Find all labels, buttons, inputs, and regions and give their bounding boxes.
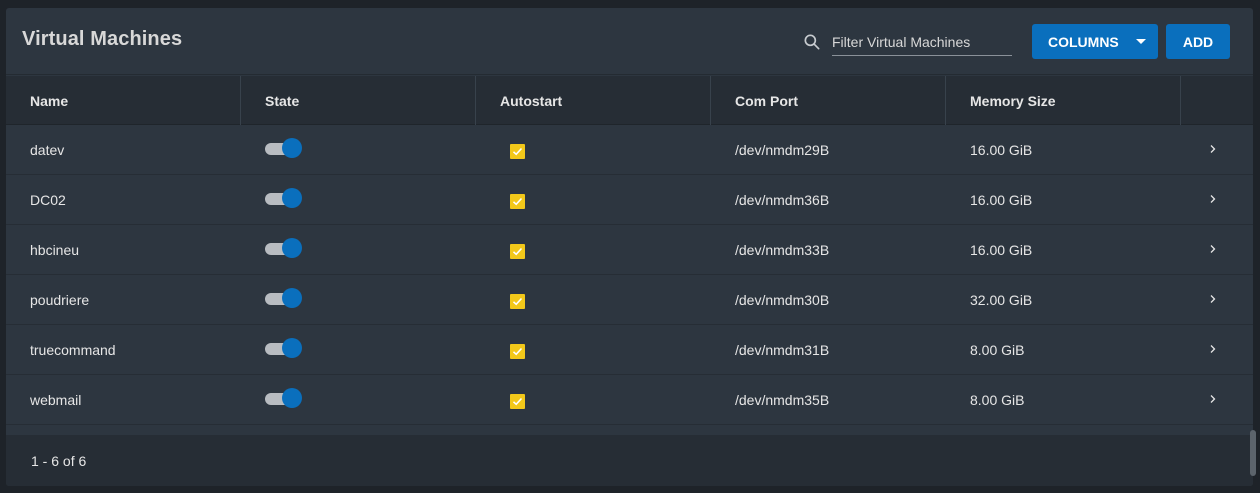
page-title: Virtual Machines: [22, 28, 183, 50]
autostart-checkbox[interactable]: [510, 144, 525, 159]
state-toggle[interactable]: [265, 387, 303, 409]
table-row[interactable]: poudriere /dev/nmdm30B 32.00 GiB: [6, 275, 1253, 325]
column-header-autostart[interactable]: Autostart: [476, 76, 711, 125]
state-toggle[interactable]: [265, 137, 303, 159]
cell-memory-size: 16.00 GiB: [970, 242, 1033, 258]
vm-card: Virtual Machines COLUMNS ADD Name State …: [6, 8, 1253, 486]
column-header-name[interactable]: Name: [6, 76, 241, 125]
state-toggle[interactable]: [265, 287, 303, 309]
state-toggle[interactable]: [265, 187, 303, 209]
chevron-right-icon[interactable]: [1208, 344, 1218, 354]
cell-name: truecommand: [30, 342, 116, 358]
table-row[interactable]: webmail /dev/nmdm35B 8.00 GiB: [6, 375, 1253, 425]
cell-name: DC02: [30, 192, 66, 208]
chevron-right-icon[interactable]: [1208, 294, 1218, 304]
cell-memory-size: 32.00 GiB: [970, 292, 1033, 308]
search-input[interactable]: [832, 30, 1012, 56]
search-box: [802, 30, 1012, 56]
autostart-checkbox[interactable]: [510, 294, 525, 309]
cell-memory-size: 16.00 GiB: [970, 142, 1033, 158]
card-header: Virtual Machines COLUMNS ADD: [6, 8, 1253, 75]
column-header-com-port[interactable]: Com Port: [711, 76, 946, 125]
table-row[interactable]: hbcineu /dev/nmdm33B 16.00 GiB: [6, 225, 1253, 275]
state-toggle[interactable]: [265, 337, 303, 359]
state-toggle[interactable]: [265, 237, 303, 259]
cell-name: hbcineu: [30, 242, 80, 258]
cell-memory-size: 8.00 GiB: [970, 342, 1025, 358]
columns-button[interactable]: COLUMNS: [1032, 24, 1158, 59]
cell-name: webmail: [30, 392, 82, 408]
cell-com-port: /dev/nmdm30B: [735, 292, 830, 308]
vertical-scrollbar[interactable]: [1250, 430, 1256, 476]
cell-name: poudriere: [30, 292, 90, 308]
table-row[interactable]: truecommand /dev/nmdm31B 8.00 GiB: [6, 325, 1253, 375]
caret-down-icon: [1136, 39, 1146, 44]
paginator-range-label: 1 - 6 of 6: [31, 453, 87, 469]
column-header-memory-size[interactable]: Memory Size: [946, 76, 1181, 125]
autostart-checkbox[interactable]: [510, 194, 525, 209]
column-header-actions: [1181, 76, 1253, 125]
cell-com-port: /dev/nmdm35B: [735, 392, 830, 408]
search-icon[interactable]: [802, 32, 822, 52]
chevron-right-icon[interactable]: [1208, 394, 1218, 404]
column-header-state[interactable]: State: [241, 76, 476, 125]
cell-memory-size: 16.00 GiB: [970, 192, 1033, 208]
cell-memory-size: 8.00 GiB: [970, 392, 1025, 408]
table-body: datev /dev/nmdm29B 16.00 GiB DC02 /dev/n…: [6, 125, 1253, 425]
cell-com-port: /dev/nmdm31B: [735, 342, 830, 358]
columns-button-label: COLUMNS: [1048, 33, 1119, 50]
cell-com-port: /dev/nmdm29B: [735, 142, 830, 158]
table-footer: 1 - 6 of 6: [6, 435, 1253, 486]
autostart-checkbox[interactable]: [510, 244, 525, 259]
cell-name: datev: [30, 142, 65, 158]
chevron-right-icon[interactable]: [1208, 144, 1218, 154]
cell-com-port: /dev/nmdm36B: [735, 192, 830, 208]
cell-com-port: /dev/nmdm33B: [735, 242, 830, 258]
add-button[interactable]: ADD: [1166, 24, 1230, 59]
autostart-checkbox[interactable]: [510, 344, 525, 359]
table-header-row: Name State Autostart Com Port Memory Siz…: [6, 76, 1253, 125]
autostart-checkbox[interactable]: [510, 394, 525, 409]
table-row[interactable]: datev /dev/nmdm29B 16.00 GiB: [6, 125, 1253, 175]
table-row[interactable]: DC02 /dev/nmdm36B 16.00 GiB: [6, 175, 1253, 225]
chevron-right-icon[interactable]: [1208, 244, 1218, 254]
chevron-right-icon[interactable]: [1208, 194, 1218, 204]
